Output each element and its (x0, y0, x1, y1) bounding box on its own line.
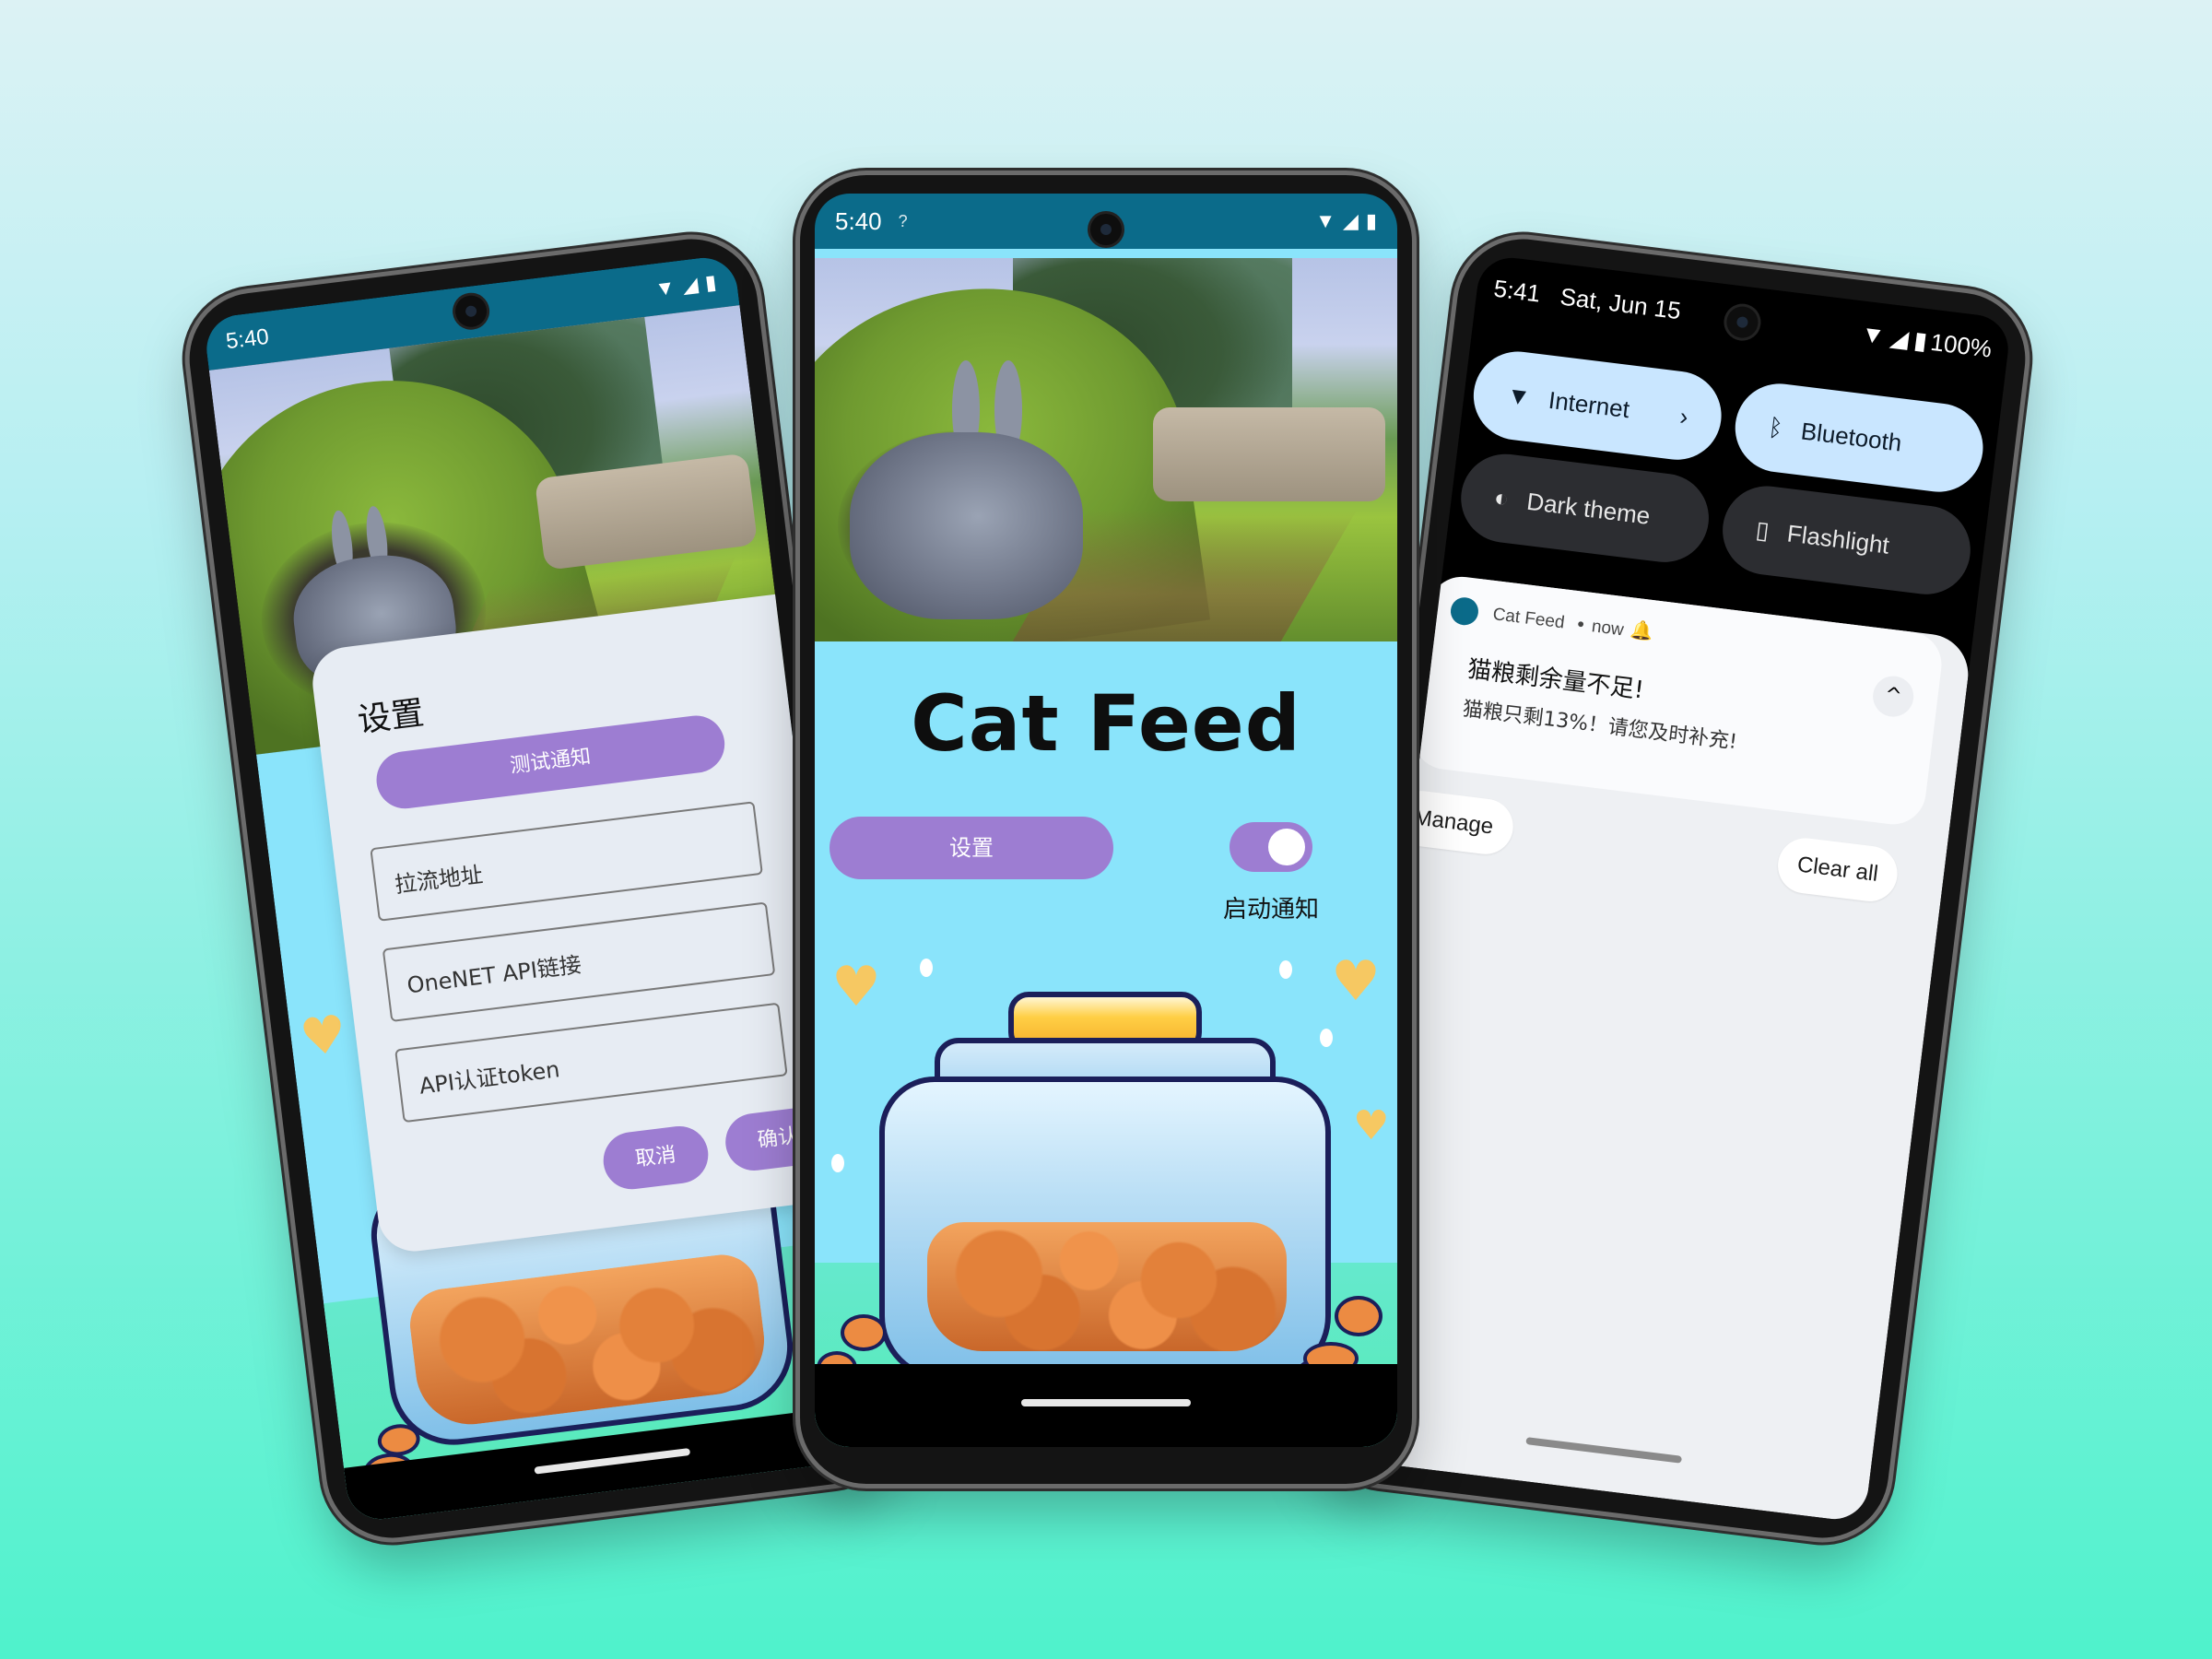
app-title: Cat Feed (911, 678, 1301, 769)
left-phone: 5:40 ▼ ◢ ▮ ♥ 4 设置 测试通知 拉流地址 OneNET API链接… (182, 231, 902, 1546)
notification-toggle[interactable] (1230, 822, 1312, 872)
contrast-icon: ◐ (1492, 482, 1511, 512)
app-area: Cat Feed 设置 启动通知 ♥ ♥ ♥ (815, 641, 1397, 1447)
video-stream-image (815, 249, 1397, 651)
home-handle[interactable] (1525, 1437, 1683, 1464)
heart-icon: ♥ (1331, 949, 1381, 1014)
collapse-chevron-icon[interactable]: ^ (1870, 674, 1916, 720)
notification-text: 猫粮只剩13%！请您及时补充! (1461, 697, 1739, 755)
wifi-icon: ▼ (1315, 209, 1335, 232)
notification-app-name: Cat Feed (1491, 605, 1566, 633)
tile-dark-theme[interactable]: ◐ Dark theme (1455, 449, 1714, 568)
dialog-title: 设置 (355, 694, 427, 740)
notification-card[interactable]: Cat Feed • now 🔔 猫粮剩余量不足! 猫粮只剩13%！请您及时补充… (1409, 572, 1946, 829)
right-phone: 5:41 Sat, Jun 15 ▼ ◢ ▮ 100% ▼ Internet ›… (1312, 231, 2033, 1546)
stream-url-field[interactable]: 拉流地址 (370, 801, 763, 922)
status-time: 5:40 (835, 206, 882, 235)
battery-percent: 100% (1929, 327, 1994, 363)
wifi-icon: ▼ (1505, 380, 1533, 411)
bluetooth-icon: ᛒ (1767, 412, 1785, 442)
home-handle[interactable] (534, 1448, 691, 1475)
tile-bluetooth-label: Bluetooth (1799, 416, 1904, 457)
tile-internet-label: Internet (1547, 385, 1631, 423)
tile-bluetooth[interactable]: ᛒ Bluetooth (1730, 378, 1988, 498)
home-handle[interactable] (1021, 1399, 1191, 1406)
wifi-icon: ▼ (653, 275, 677, 301)
notification-toggle-label: 启动通知 (1222, 896, 1319, 924)
signal-icon: ◢ (1342, 209, 1359, 232)
tile-internet[interactable]: ▼ Internet › (1468, 347, 1727, 465)
qs-time: 5:41 (1492, 274, 1543, 308)
heart-icon: ♥ (297, 1004, 350, 1069)
center-phone-screen: 5:40 ? ▼ ◢ ▮ Cat Feed 设置 启动通知 ♥ ♥ ♥ (815, 194, 1397, 1447)
center-phone: 5:40 ? ▼ ◢ ▮ Cat Feed 设置 启动通知 ♥ ♥ ♥ (800, 175, 1412, 1484)
settings-dialog: 设置 测试通知 拉流地址 OneNET API链接 API认证token 取消 … (308, 588, 882, 1256)
flashlight-icon: ▯ (1754, 514, 1771, 545)
heart-icon: ♥ (1353, 1102, 1390, 1149)
settings-button[interactable]: 设置 (830, 817, 1113, 879)
cancel-button[interactable]: 取消 (600, 1123, 712, 1193)
bell-icon: 🔔 (1629, 618, 1655, 643)
status-time: 5:40 (224, 324, 271, 355)
right-phone-screen: 5:41 Sat, Jun 15 ▼ ◢ ▮ 100% ▼ Internet ›… (1333, 253, 2013, 1524)
chevron-right-icon: › (1678, 401, 1690, 430)
qs-date: Sat, Jun 15 (1559, 281, 1683, 324)
test-notification-button[interactable]: 测试通知 (372, 712, 728, 812)
battery-icon: ▮ (703, 270, 718, 295)
clear-all-button[interactable]: Clear all (1774, 834, 1900, 905)
signal-icon: ◢ (1888, 322, 1911, 353)
heart-icon: ♥ (831, 955, 881, 1019)
notification-shade: Cat Feed • now 🔔 猫粮剩余量不足! 猫粮只剩13%！请您及时补充… (1333, 572, 1973, 1524)
navigation-bar (815, 1364, 1397, 1447)
wifi-question-icon: ? (898, 211, 908, 230)
app-icon (1449, 595, 1480, 627)
battery-icon: ▮ (1912, 325, 1929, 355)
tile-flashlight[interactable]: ▯ Flashlight (1717, 481, 1976, 600)
wifi-icon: ▼ (1859, 319, 1887, 349)
signal-icon: ◢ (680, 272, 700, 298)
api-token-placeholder: API认证token (418, 1055, 561, 1100)
tile-flashlight-label: Flashlight (1785, 518, 1891, 559)
front-camera (1090, 214, 1122, 245)
api-token-field[interactable]: API认证token (394, 1002, 788, 1124)
battery-icon: ▮ (1365, 209, 1377, 232)
food-jar-image (879, 992, 1331, 1397)
toggle-knob (1268, 829, 1305, 865)
separator-dot: • (1573, 613, 1588, 637)
onenet-api-field[interactable]: OneNET API链接 (382, 901, 776, 1023)
tile-dark-theme-label: Dark theme (1525, 487, 1653, 530)
notification-time: now (1590, 617, 1625, 641)
left-phone-screen: 5:40 ▼ ◢ ▮ ♥ 4 设置 测试通知 拉流地址 OneNET API链接… (202, 253, 882, 1524)
onenet-api-placeholder: OneNET API链接 (406, 951, 583, 999)
stream-url-placeholder: 拉流地址 (393, 861, 485, 898)
